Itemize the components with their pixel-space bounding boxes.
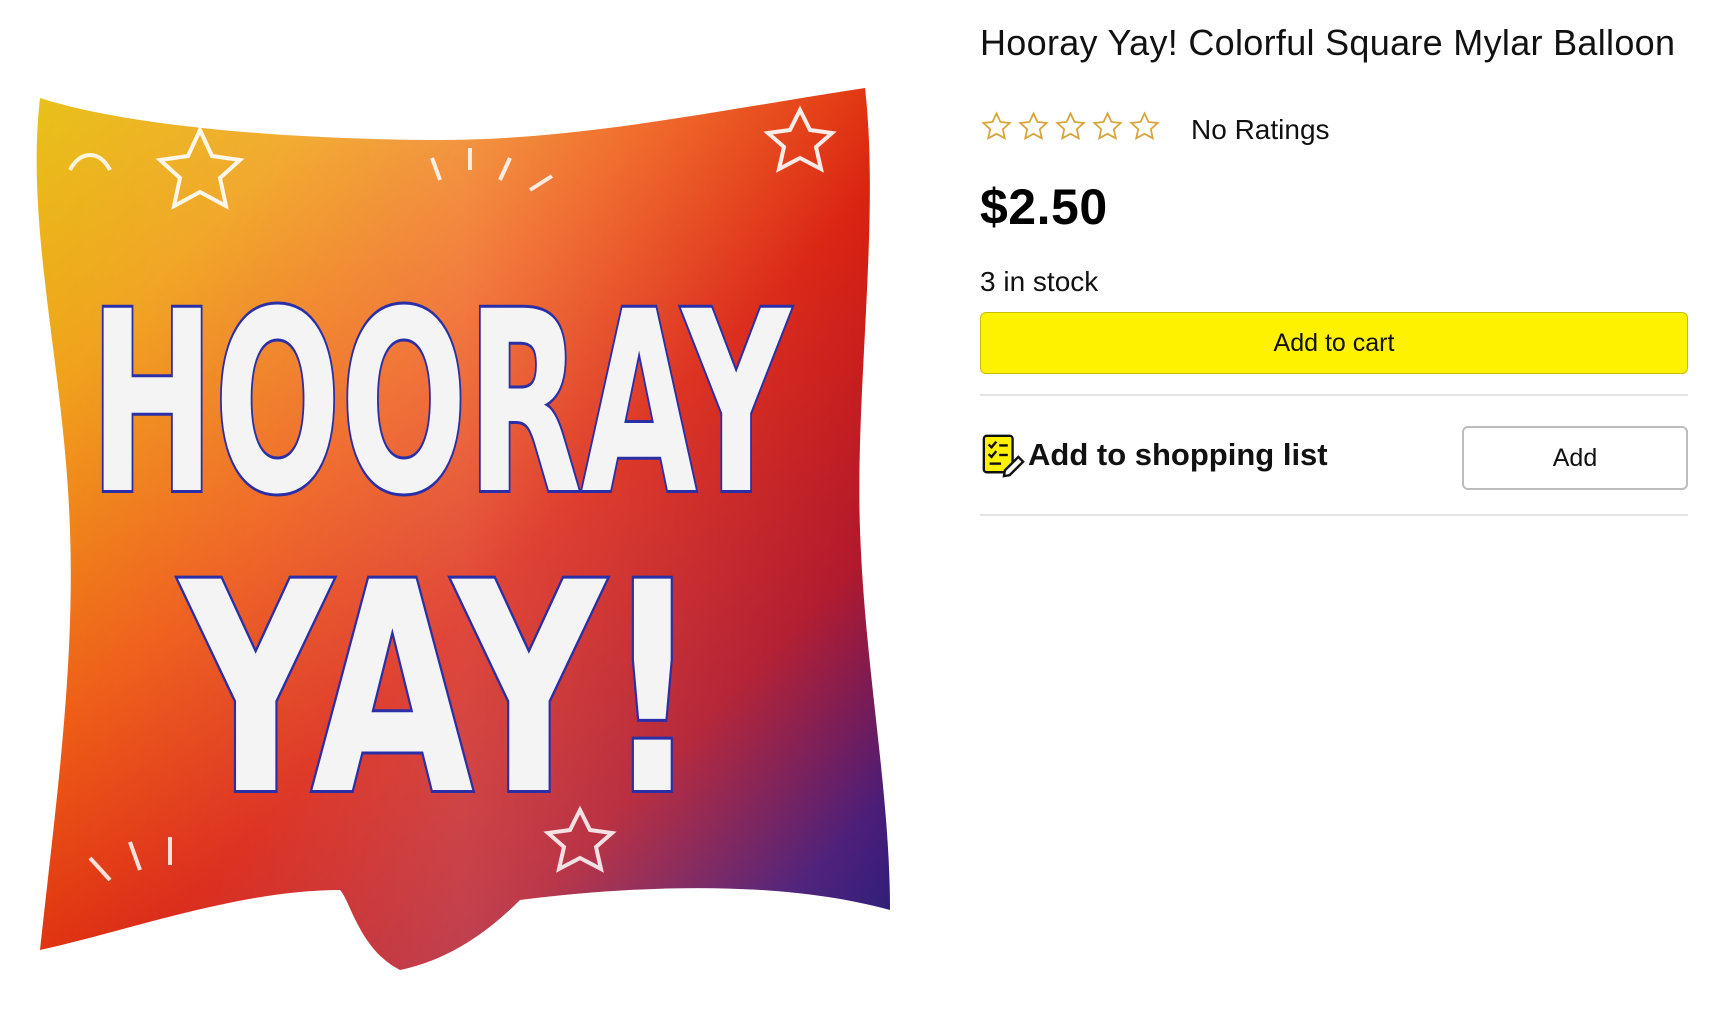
divider [980,514,1688,516]
shopping-list-row: Add to shopping list Add [980,396,1688,514]
add-to-cart-button[interactable]: Add to cart [980,312,1688,374]
rating-label[interactable]: No Ratings [1191,114,1330,146]
balloon-text-line2: YAY! [177,522,700,859]
star-outline-icon [1055,110,1086,140]
add-to-shopping-list-button[interactable]: Add [1462,426,1688,490]
product-price: $2.50 [980,179,1108,235]
star-outline-icon [981,110,1012,140]
star-outline-icon [1129,110,1160,140]
shopping-list-icon [982,434,1025,478]
product-image: HOORAY YAY! [20,70,900,980]
rating-row: No Ratings [980,106,1690,146]
shopping-list-label: Add to shopping list [1028,437,1328,472]
product-info-panel: Hooray Yay! Colorful Square Mylar Balloo… [980,20,1690,516]
product-title: Hooray Yay! Colorful Square Mylar Balloo… [980,22,1676,63]
star-outline-icon [1092,110,1123,140]
stock-status: 3 in stock [980,266,1099,297]
balloon-text-line1: HOORAY [90,258,792,549]
star-outline-icon [1018,110,1049,140]
rating-stars[interactable] [980,110,1161,143]
